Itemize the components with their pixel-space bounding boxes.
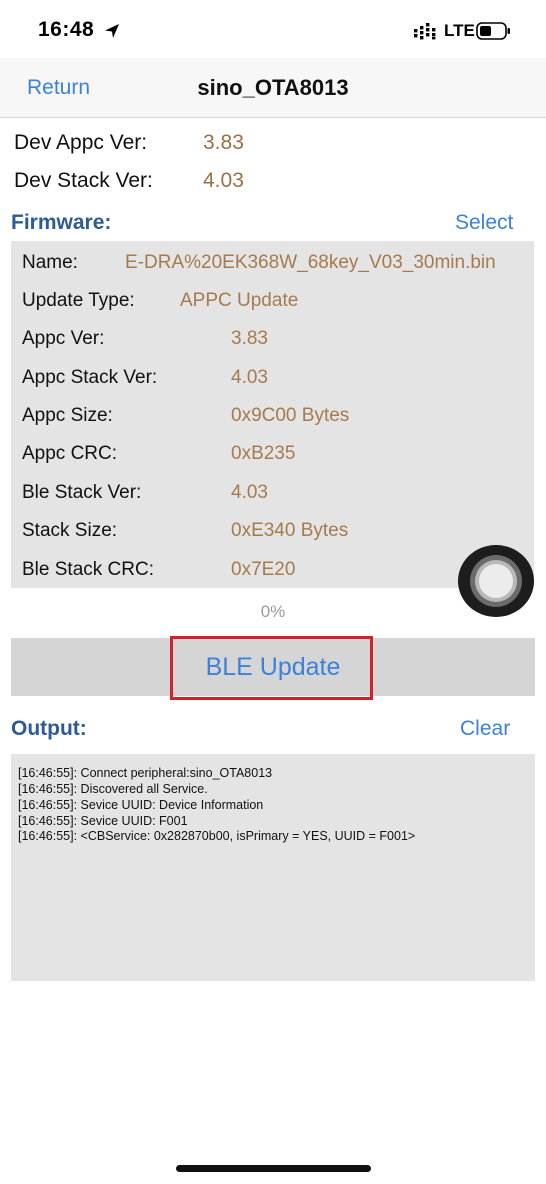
fw-ble-stack-ver-label: Ble Stack Ver: bbox=[22, 482, 142, 503]
log-line: [16:46:55]: Connect peripheral:sino_OTA8… bbox=[18, 766, 273, 780]
fw-appc-ver-label: Appc Ver: bbox=[22, 328, 105, 349]
log-line: [16:46:55]: Sevice UUID: Device Informat… bbox=[18, 798, 264, 812]
dev-stack-ver-label: Dev Stack Ver: bbox=[14, 169, 153, 192]
return-button[interactable]: Return bbox=[27, 76, 90, 100]
clear-button[interactable]: Clear bbox=[460, 717, 510, 741]
fw-appc-size-value: 0x9C00 Bytes bbox=[231, 405, 350, 426]
firmware-title: Firmware: bbox=[11, 211, 112, 234]
fw-appc-crc-label: Appc CRC: bbox=[22, 443, 118, 464]
fw-ble-stack-ver-value: 4.03 bbox=[231, 482, 268, 503]
fw-appc-stack-ver-label: Appc Stack Ver: bbox=[22, 367, 158, 388]
signal-bars-icon bbox=[414, 23, 436, 40]
dev-appc-ver-value: 3.83 bbox=[203, 131, 244, 154]
fw-ble-stack-crc-value: 0x7E20 bbox=[231, 559, 296, 580]
highlight-box bbox=[170, 636, 373, 700]
fw-ble-stack-crc-label: Ble Stack CRC: bbox=[22, 559, 154, 580]
progress-text: 0% bbox=[260, 602, 286, 621]
location-arrow-icon bbox=[105, 24, 119, 38]
fw-appc-ver-value: 3.83 bbox=[231, 328, 268, 349]
home-indicator[interactable] bbox=[176, 1165, 371, 1172]
assistive-touch-button[interactable] bbox=[458, 545, 534, 617]
fw-stack-size-value: 0xE340 Bytes bbox=[231, 520, 349, 541]
fw-appc-crc-value: 0xB235 bbox=[231, 443, 296, 464]
log-line: [16:46:55]: Discovered all Service. bbox=[18, 782, 208, 796]
dev-appc-ver-label: Dev Appc Ver: bbox=[14, 131, 148, 154]
fw-update-type-value: APPC Update bbox=[180, 290, 299, 311]
fw-update-type-label: Update Type: bbox=[22, 290, 135, 311]
status-time: 16:48 bbox=[38, 18, 95, 41]
fw-stack-size-label: Stack Size: bbox=[22, 520, 118, 541]
fw-appc-stack-ver-value: 4.03 bbox=[231, 367, 268, 388]
fw-name-label: Name: bbox=[22, 252, 78, 273]
select-button[interactable]: Select bbox=[455, 211, 513, 235]
network-type: LTE bbox=[444, 21, 475, 40]
log-line: [16:46:55]: <CBService: 0x282870b00, isP… bbox=[18, 829, 416, 843]
fw-name-value: E-DRA%20EK368W_68key_V03_30min.bin bbox=[125, 252, 496, 273]
dev-stack-ver-value: 4.03 bbox=[203, 169, 244, 192]
log-line: [16:46:55]: Sevice UUID: F001 bbox=[18, 814, 188, 828]
fw-appc-size-label: Appc Size: bbox=[22, 405, 113, 426]
output-title: Output: bbox=[11, 717, 87, 740]
battery-icon bbox=[476, 22, 510, 40]
